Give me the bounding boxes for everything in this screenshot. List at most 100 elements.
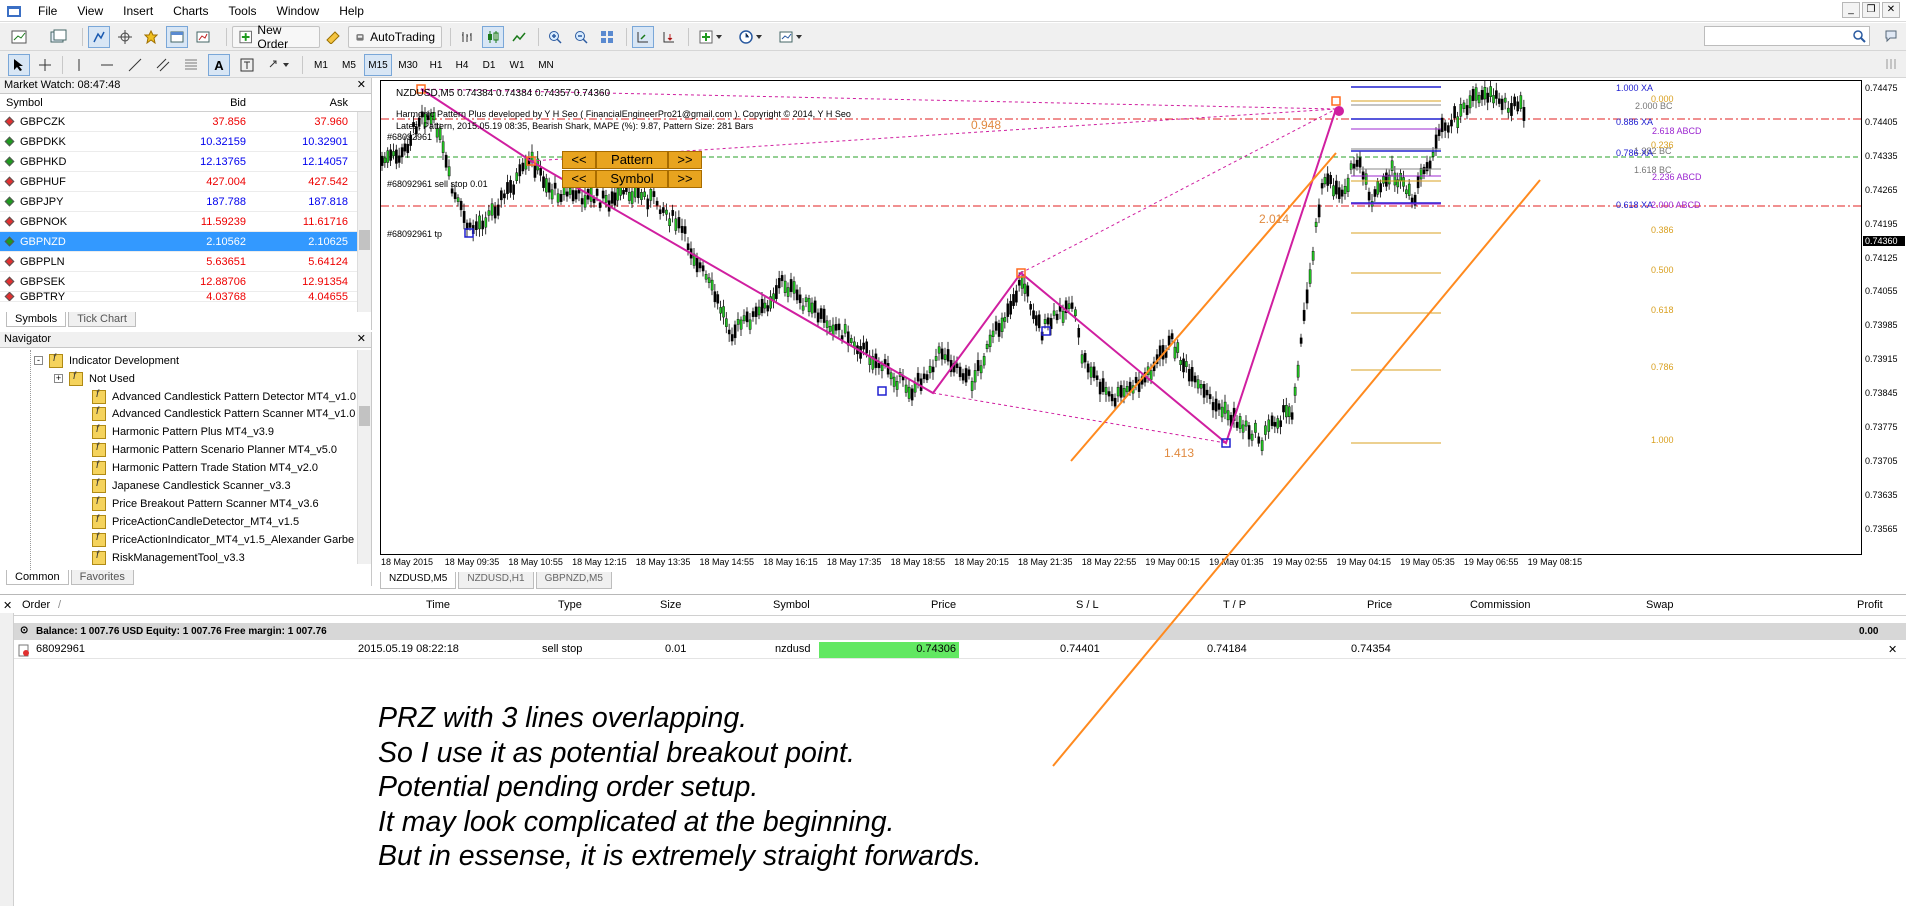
market-watch-row[interactable]: GBPCZK 37.856 37.960 [0,112,371,132]
price-chart[interactable]: NZDUSD,M5 0.74384 0.74384 0.74357 0.7436… [380,80,1862,555]
col-tp[interactable]: T / P [1223,599,1246,611]
menu-view[interactable]: View [67,4,113,18]
navigator-item[interactable]: RiskManagementTool_v3.3 [92,549,245,566]
market-watch-row[interactable]: GBPNZD 2.10562 2.10625 [0,232,371,252]
metaeditor-button[interactable] [322,26,344,48]
tf-m15[interactable]: M15 [364,54,392,76]
time-scale[interactable]: 18 May 2015 18 May 09:35 18 May 10:55 18 Ma… [380,555,1862,571]
tf-m30[interactable]: M30 [394,54,422,76]
chart-shift-button[interactable] [632,26,654,48]
col-symbol[interactable]: Symbol [773,599,810,611]
tab-favorites[interactable]: Favorites [70,569,134,585]
arrows-tool[interactable] [264,54,294,76]
market-watch-row[interactable]: GBPNOK 11.59239 11.61716 [0,212,371,232]
market-watch-row[interactable]: GBPJPY 187.788 187.818 [0,192,371,212]
tf-m5[interactable]: M5 [336,54,362,76]
label-tool[interactable] [236,54,258,76]
market-watch-row[interactable]: GBPSEK 12.88706 12.91354 [0,272,371,292]
chart-tab-nzdusd-h1[interactable]: NZDUSD,H1 [458,572,534,589]
symbol-prev-button[interactable]: << [562,170,596,188]
tf-m1[interactable]: M1 [308,54,334,76]
col-sl[interactable]: S / L [1076,599,1099,611]
navigator-item[interactable]: Harmonic Pattern Plus MT4_v3.9 [92,424,274,441]
indicators-button[interactable] [694,26,728,48]
pattern-prev-button[interactable]: << [562,151,596,169]
close-icon[interactable]: ✕ [1882,2,1900,18]
market-watch-row[interactable]: GBPHUF 427.004 427.542 [0,172,371,192]
terminal-toggle[interactable] [166,26,188,48]
crosshair-tool[interactable] [34,54,56,76]
col-price[interactable]: Price [931,599,956,611]
channel-tool[interactable] [152,54,174,76]
restore-icon[interactable]: ❐ [1862,2,1880,18]
autoscroll-button[interactable] [658,26,680,48]
templates-button[interactable] [774,26,808,48]
chart-tab-nzdusd-m5[interactable]: NZDUSD,M5 [380,572,457,589]
market-watch-toggle[interactable] [88,26,110,48]
trendline-tool[interactable] [124,54,146,76]
chart-tab-gbpnzd-m5[interactable]: GBPNZD,M5 [535,572,612,589]
navigator-item[interactable]: PriceActionIndicator_MT4_v1.5_Alexander … [92,531,354,548]
tf-d1[interactable]: D1 [476,54,502,76]
menu-file[interactable]: File [28,4,67,18]
col-current-price[interactable]: Price [1367,599,1392,611]
bar-chart-button[interactable] [456,26,478,48]
tab-symbols[interactable]: Symbols [6,311,67,327]
tile-windows-button[interactable] [596,26,618,48]
periods-button[interactable] [734,26,768,48]
navigator-item[interactable]: Advanced Candlestick Pattern Scanner MT4… [92,406,355,423]
navigator-close-icon[interactable]: ✕ [357,332,366,347]
fibonacci-tool[interactable] [180,54,202,76]
col-profit[interactable]: Profit [1857,599,1883,611]
menu-help[interactable]: Help [329,4,374,18]
cursor-tool[interactable] [8,54,30,76]
navigator-item[interactable]: PriceActionCandleDetector_MT4_v1.5 [92,513,299,530]
zoom-out-button[interactable] [570,26,592,48]
order-close-icon[interactable]: ✕ [1888,643,1897,656]
col-ask[interactable]: Ask [250,97,352,109]
profiles-button[interactable] [44,26,74,48]
line-chart-button[interactable] [508,26,530,48]
pattern-next-button[interactable]: >> [668,151,702,169]
tf-h4[interactable]: H4 [450,54,474,76]
tester-toggle[interactable] [192,26,214,48]
search-icon[interactable] [1852,29,1866,43]
data-window-toggle[interactable] [114,26,136,48]
market-watch-close-icon[interactable]: ✕ [357,78,366,93]
tab-tick-chart[interactable]: Tick Chart [68,311,136,327]
vertical-line-tool[interactable] [68,54,90,76]
market-watch-row[interactable]: GBPDKK 10.32159 10.32901 [0,132,371,152]
new-chart-button[interactable] [6,26,36,48]
tf-w1[interactable]: W1 [504,54,530,76]
minimize-icon[interactable]: _ [1842,2,1860,18]
tf-mn[interactable]: MN [532,54,560,76]
tree-folder-not-used[interactable]: +Not Used [54,370,135,387]
navigator-item[interactable]: Harmonic Pattern Scenario Planner MT4_v5… [92,442,337,459]
horizontal-line-tool[interactable] [96,54,118,76]
col-order[interactable]: Order [22,599,50,611]
navigator-item[interactable]: Harmonic Pattern Trade Station MT4_v2.0 [92,460,318,477]
col-bid[interactable]: Bid [150,97,250,109]
candlestick-button[interactable] [482,26,504,48]
search-input[interactable] [1704,26,1870,46]
market-watch-row[interactable]: GBPHKD 12.13765 12.14057 [0,152,371,172]
navigator-item[interactable]: Japanese Candlestick Scanner_v3.3 [92,478,291,495]
col-time[interactable]: Time [426,599,450,611]
navigator-item[interactable]: Advanced Candlestick Pattern Detector MT… [92,388,356,405]
col-type[interactable]: Type [558,599,582,611]
menu-charts[interactable]: Charts [163,4,218,18]
menu-window[interactable]: Window [267,4,330,18]
zoom-in-button[interactable] [544,26,566,48]
autotrading-button[interactable]: AutoTrading [348,26,442,48]
tree-folder-indicator-development[interactable]: -Indicator Development [34,352,179,369]
new-order-button[interactable]: New Order [232,23,320,51]
col-symbol[interactable]: Symbol [0,97,150,109]
col-size[interactable]: Size [660,599,681,611]
price-scale[interactable]: 0.74475 0.74405 0.74335 0.74265 0.74195 0.741… [1862,80,1906,555]
terminal-close-icon[interactable]: ✕ [3,599,12,612]
market-watch-row[interactable]: GBPPLN 5.63651 5.64124 [0,252,371,272]
order-row[interactable]: 68092961 2015.05.19 08:22:18 sell stop 0… [14,642,1906,659]
navigator-item[interactable]: Price Breakout Pattern Scanner MT4_v3.6 [92,495,319,512]
navigator-scrollbar[interactable] [357,350,371,564]
community-icon[interactable] [1884,29,1898,43]
